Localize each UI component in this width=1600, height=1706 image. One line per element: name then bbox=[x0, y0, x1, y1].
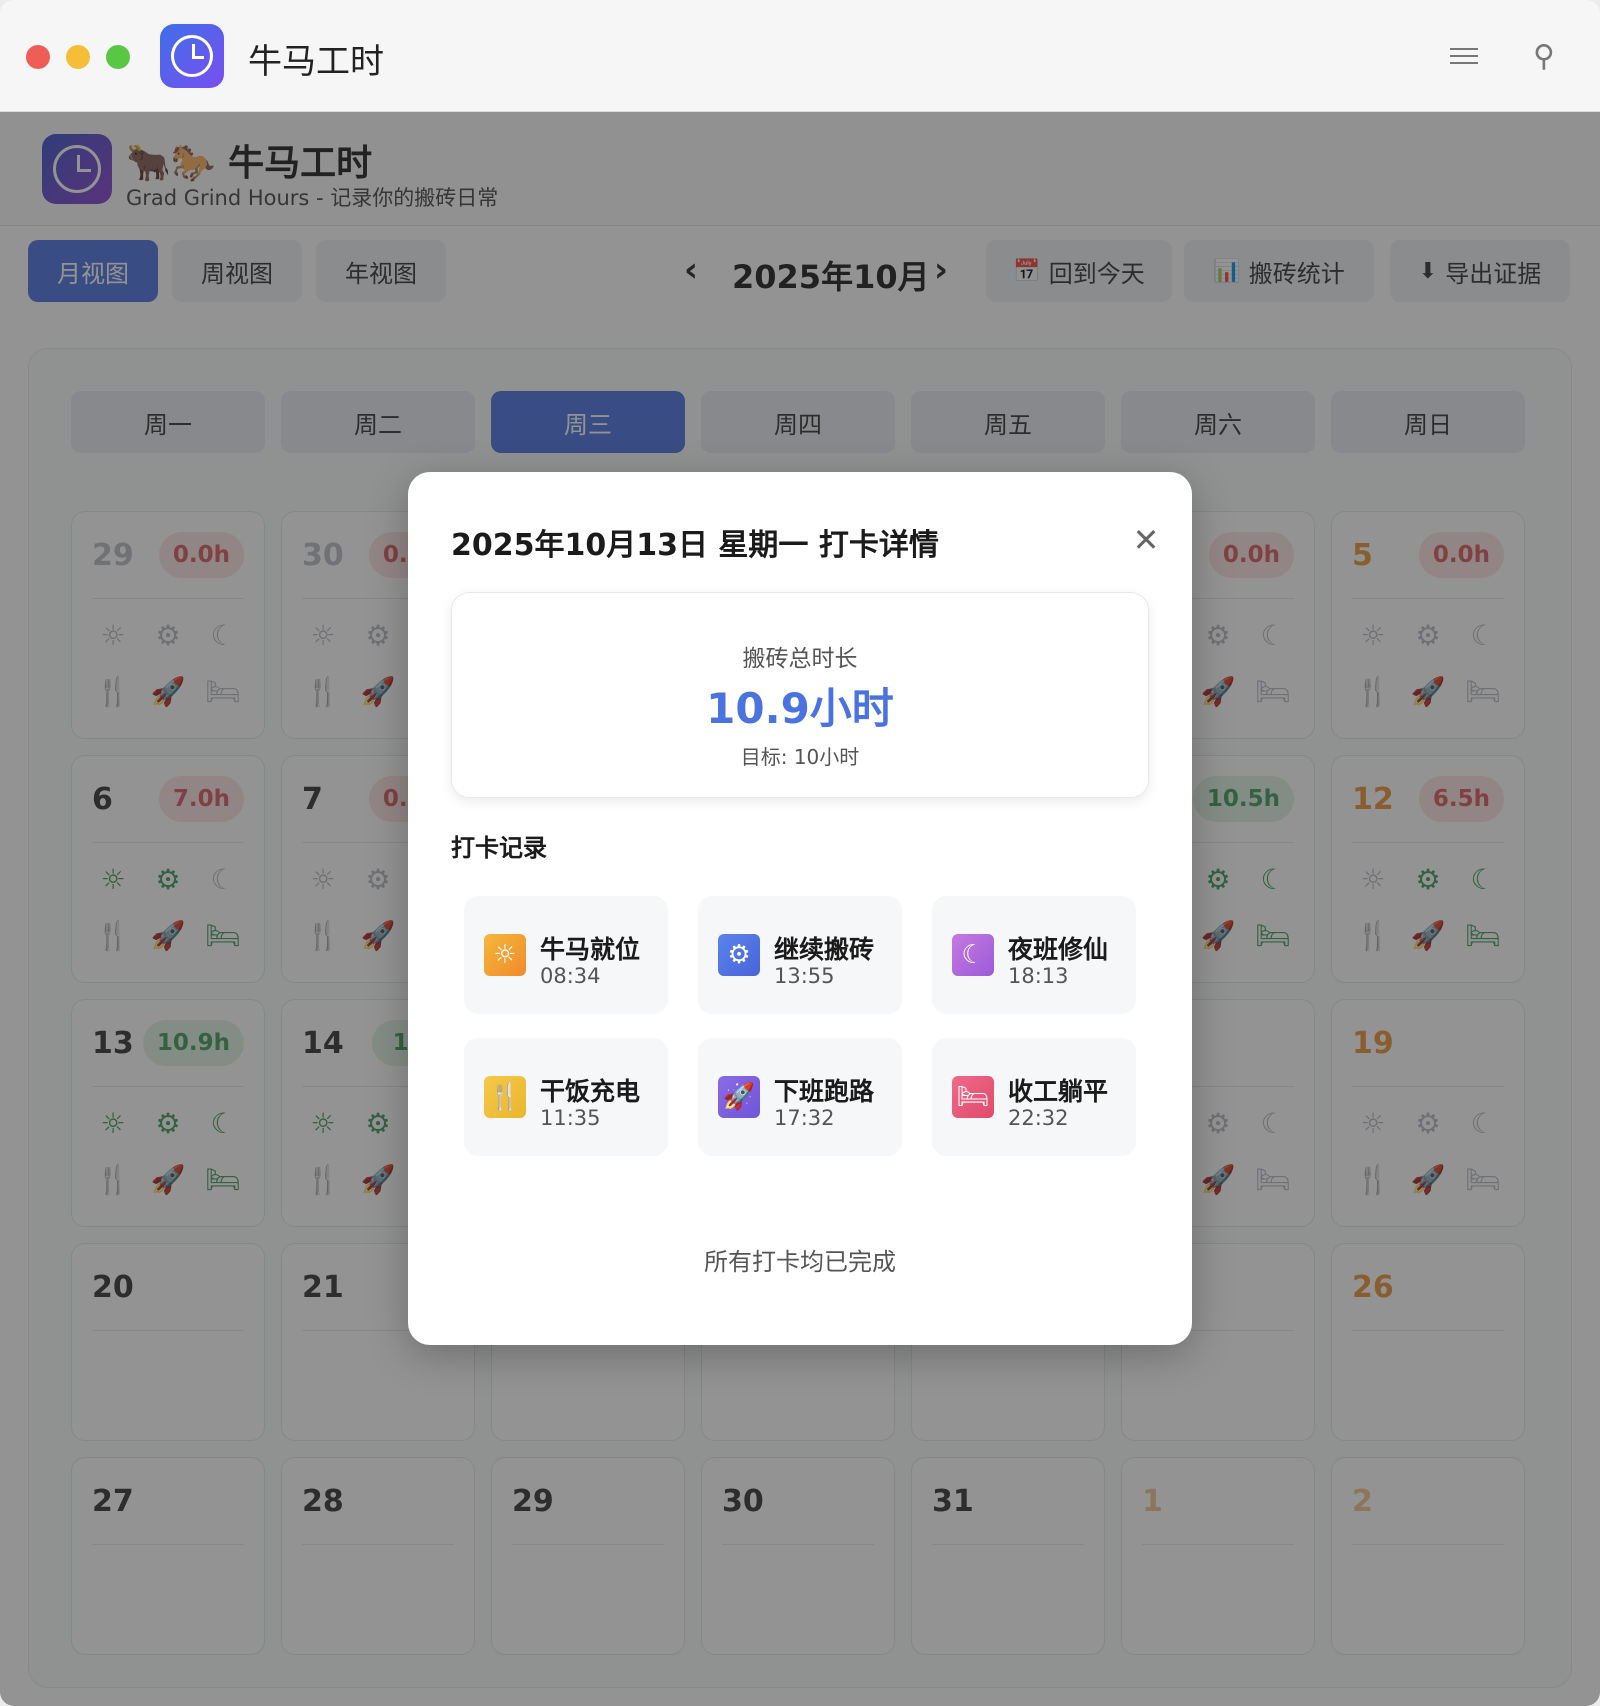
clock-icon bbox=[171, 35, 213, 77]
gears-icon: ⚙ bbox=[718, 934, 760, 976]
record-item[interactable]: 🚀 下班跑路 17:32 bbox=[698, 1038, 902, 1156]
modal-title: 2025年10月13日 星期一 打卡详情 bbox=[451, 528, 939, 563]
minimize-window-button[interactable] bbox=[66, 45, 90, 69]
checkin-detail-modal: 2025年10月13日 星期一 打卡详情 ✕ 搬砖总时长 10.9小时 目标: … bbox=[408, 472, 1192, 1345]
app-window: 牛马工时 ⚲ 🐂🐎 牛马工时 Grad Grind Hours - 记录你的搬砖… bbox=[0, 0, 1600, 1706]
record-name: 牛马就位 bbox=[540, 935, 641, 964]
record-name: 收工躺平 bbox=[1008, 1077, 1109, 1106]
record-name: 下班跑路 bbox=[774, 1077, 875, 1106]
record-item[interactable]: ☾ 夜班修仙 18:13 bbox=[932, 896, 1136, 1014]
app-icon bbox=[160, 24, 224, 88]
record-item[interactable]: 🍴 干饭充电 11:35 bbox=[464, 1038, 668, 1156]
title-bar: 牛马工时 ⚲ bbox=[0, 0, 1600, 112]
utensils-icon: 🍴 bbox=[484, 1076, 526, 1118]
zoom-window-button[interactable] bbox=[106, 45, 130, 69]
pin-icon[interactable]: ⚲ bbox=[1524, 36, 1564, 76]
records-title: 打卡记录 bbox=[451, 834, 547, 862]
record-name: 夜班修仙 bbox=[1008, 935, 1109, 964]
record-name: 继续搬砖 bbox=[774, 935, 875, 964]
modal-footer: 所有打卡均已完成 bbox=[704, 1248, 896, 1276]
record-time: 22:32 bbox=[1008, 1106, 1069, 1130]
rocket-icon: 🚀 bbox=[718, 1076, 760, 1118]
record-item[interactable]: ☼ 牛马就位 08:34 bbox=[464, 896, 668, 1014]
record-time: 17:32 bbox=[774, 1106, 835, 1130]
hours-summary-card: 搬砖总时长 10.9小时 目标: 10小时 bbox=[451, 592, 1149, 798]
menu-icon[interactable] bbox=[1444, 36, 1484, 76]
sun-icon: ☼ bbox=[484, 934, 526, 976]
bed-icon: 🛏 bbox=[952, 1076, 994, 1118]
summary-label: 搬砖总时长 bbox=[742, 646, 858, 672]
record-item[interactable]: 🛏 收工躺平 22:32 bbox=[932, 1038, 1136, 1156]
window-title: 牛马工时 bbox=[248, 42, 384, 82]
record-name: 干饭充电 bbox=[540, 1077, 641, 1106]
record-time: 08:34 bbox=[540, 964, 601, 988]
close-icon[interactable]: ✕ bbox=[1126, 520, 1166, 560]
record-time: 11:35 bbox=[540, 1106, 601, 1130]
record-item[interactable]: ⚙ 继续搬砖 13:55 bbox=[698, 896, 902, 1014]
record-time: 18:13 bbox=[1008, 964, 1069, 988]
summary-target: 目标: 10小时 bbox=[740, 745, 860, 769]
summary-value: 10.9小时 bbox=[706, 684, 894, 733]
moon-icon: ☾ bbox=[952, 934, 994, 976]
close-window-button[interactable] bbox=[26, 45, 50, 69]
record-time: 13:55 bbox=[774, 964, 835, 988]
